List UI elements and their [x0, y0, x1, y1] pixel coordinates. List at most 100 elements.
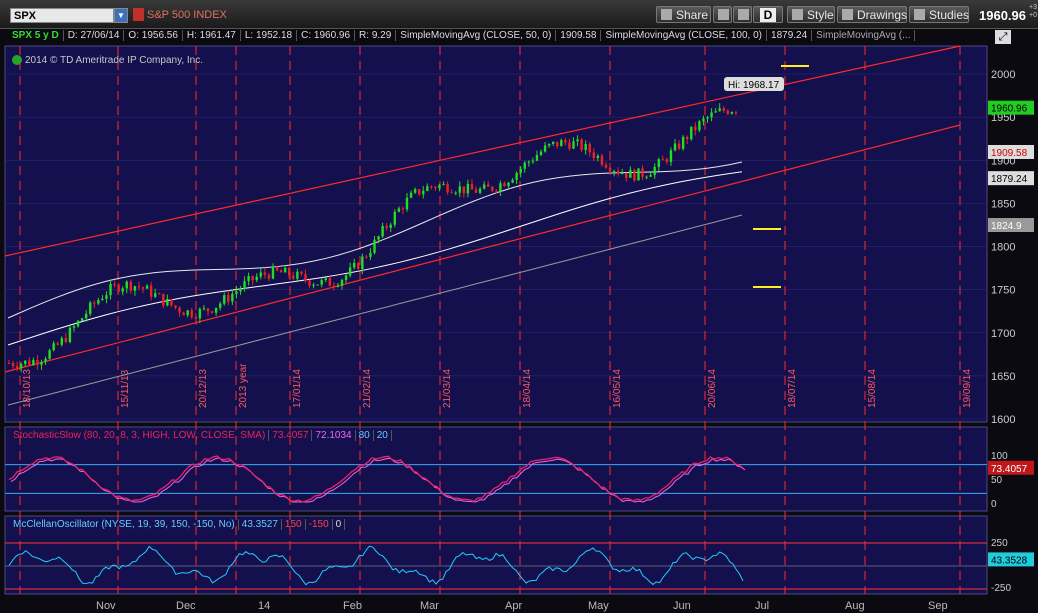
candle-up — [706, 117, 709, 119]
candle-up — [361, 256, 364, 270]
candle-down — [487, 184, 490, 187]
candle-up — [454, 192, 457, 194]
candle-down — [137, 286, 141, 288]
candle-down — [686, 136, 689, 140]
candle-up — [320, 280, 323, 285]
date-marker-label: 18/07/14 — [787, 369, 798, 408]
candle-up — [259, 272, 262, 277]
candle-down — [434, 186, 437, 189]
candle-down — [600, 155, 604, 165]
candle-up — [154, 293, 157, 297]
stochastic-tag-text: 73.4057 — [991, 464, 1028, 475]
candle-down — [417, 189, 421, 195]
time-axis-label: 14 — [258, 600, 270, 612]
candle-up — [458, 186, 461, 193]
price-axis-label: 1800 — [991, 242, 1015, 254]
price-tag-sma200-text: 1824.9 — [991, 221, 1022, 232]
candle-down — [170, 299, 173, 306]
candle-up — [239, 288, 242, 292]
candle-up — [377, 236, 380, 240]
time-axis-label: Sep — [928, 600, 948, 612]
stochastic-axis-label: 0 — [991, 499, 997, 510]
candle-down — [36, 360, 39, 365]
candle-down — [474, 189, 478, 193]
candle-up — [397, 208, 401, 212]
candle-up — [76, 320, 80, 327]
time-axis-label: May — [588, 600, 609, 612]
candle-down — [495, 190, 498, 192]
candle-up — [255, 276, 258, 281]
candle-down — [206, 308, 210, 312]
candle-up — [19, 363, 23, 369]
candle-up — [348, 267, 352, 276]
candle-up — [511, 179, 514, 183]
stochastic-d: 72.1034 — [312, 430, 356, 441]
mcclellan-tag-text: 43.3528 — [991, 555, 1028, 566]
candle-up — [547, 143, 551, 146]
candle-up — [60, 338, 63, 345]
candle-down — [141, 287, 145, 289]
stochastic-ob: 80 — [355, 430, 374, 441]
candle-down — [491, 186, 494, 191]
candle-down — [556, 141, 559, 147]
stochastic-axis-label: 50 — [991, 475, 1003, 486]
candle-up — [576, 139, 579, 142]
candle-down — [288, 267, 291, 276]
candle-up — [32, 360, 35, 365]
candle-down — [604, 164, 608, 168]
candle-up — [629, 169, 632, 178]
date-marker-label: 21/02/14 — [362, 369, 373, 408]
candle-down — [64, 338, 68, 343]
mcclellan-axis-bottom: -250 — [991, 583, 1011, 594]
candle-up — [482, 184, 486, 189]
candle-down — [616, 170, 620, 174]
candle-up — [381, 225, 384, 237]
candle-up — [499, 183, 502, 192]
candle-up — [519, 168, 522, 173]
candle-down — [279, 270, 283, 273]
price-axis-label: 1750 — [991, 285, 1015, 297]
candle-down — [194, 317, 198, 319]
candle-up — [584, 144, 587, 151]
price-tag-last-text: 1960.96 — [991, 104, 1028, 115]
candle-down — [588, 144, 591, 153]
candle-down — [641, 168, 644, 177]
candle-up — [426, 186, 429, 191]
stochastic-k: 73.4057 — [269, 430, 313, 441]
candle-up — [560, 140, 563, 147]
candle-up — [271, 266, 275, 279]
candle-up — [186, 310, 189, 316]
candle-down — [564, 140, 567, 143]
time-axis-label: Jun — [673, 600, 691, 612]
candle-down — [308, 280, 311, 286]
candle-up — [572, 141, 575, 149]
stochastic-label: StochasticSlow (80, 20, 8, 3, HIGH, LOW,… — [10, 430, 270, 441]
candle-up — [223, 295, 226, 304]
candle-up — [442, 183, 445, 185]
candle-up — [527, 161, 531, 163]
candle-up — [438, 184, 441, 189]
candle-up — [413, 189, 417, 193]
mcclellan-zero: 0 — [332, 519, 346, 530]
time-axis-label: Feb — [343, 600, 362, 612]
price-axis-label: 1600 — [991, 414, 1015, 426]
candle-down — [251, 275, 254, 281]
candle-down — [190, 310, 193, 318]
candle-down — [300, 271, 303, 275]
candle-up — [340, 279, 344, 286]
candle-down — [450, 192, 453, 194]
candle-up — [125, 281, 128, 289]
mcclellan-axis-top: 250 — [991, 538, 1008, 549]
candle-up — [393, 211, 397, 225]
candle-up — [596, 155, 600, 159]
candle-up — [718, 108, 721, 112]
candle-down — [694, 126, 697, 131]
candle-up — [507, 182, 510, 187]
date-marker-label: 15/08/14 — [867, 369, 878, 408]
candle-down — [178, 307, 181, 313]
candle-up — [198, 309, 202, 319]
candle-up — [296, 271, 299, 279]
candle-up — [97, 300, 100, 304]
candle-down — [174, 305, 177, 308]
candle-down — [401, 208, 405, 210]
